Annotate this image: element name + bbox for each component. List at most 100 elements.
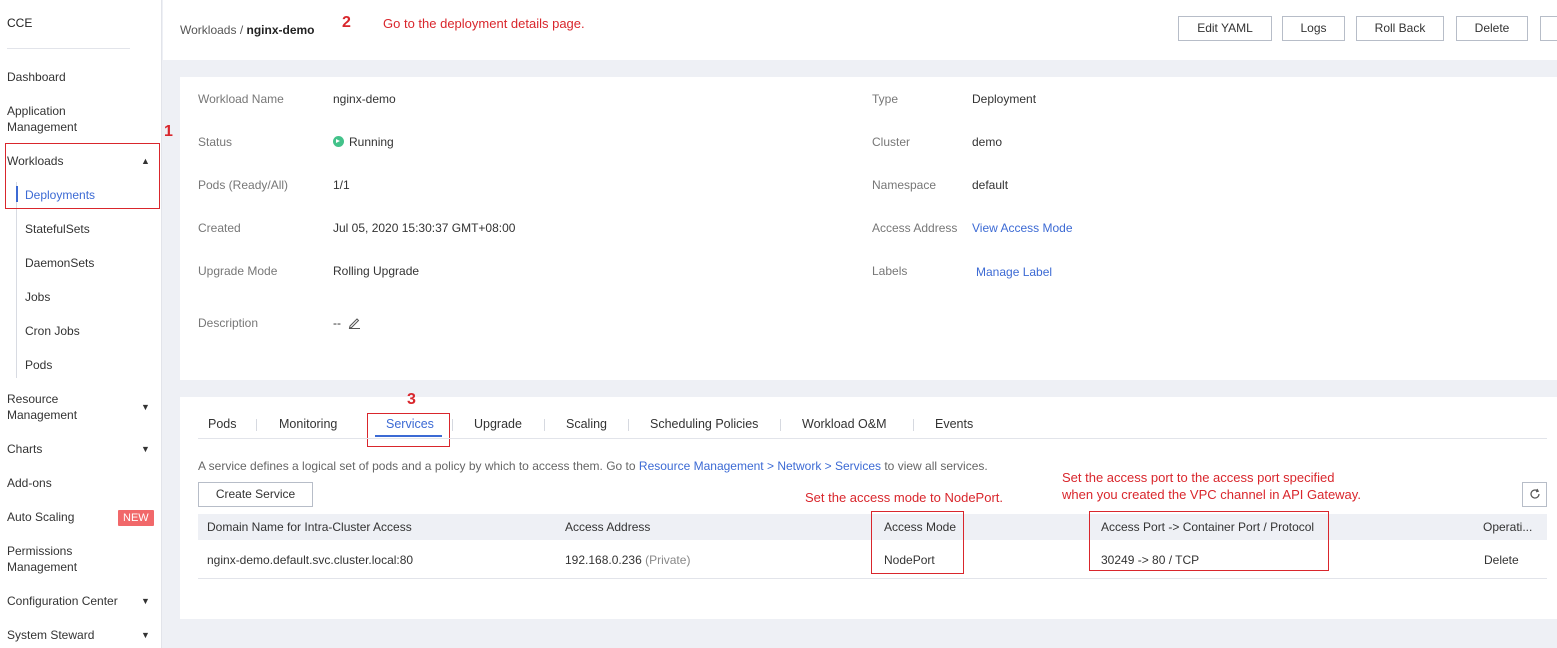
namespace-label: Namespace — [872, 178, 937, 192]
services-description: A service defines a logical set of pods … — [198, 459, 988, 473]
status-text: Running — [349, 135, 394, 149]
annotation-step-2: 2 — [342, 14, 351, 31]
breadcrumb-workloads-link[interactable]: Workloads — [180, 23, 236, 37]
column-header-ports: Access Port -> Container Port / Protocol — [1101, 520, 1315, 534]
tab-workload-om[interactable]: Workload O&M — [802, 417, 887, 431]
upgrade-mode-label: Upgrade Mode — [198, 264, 278, 278]
tab-pods[interactable]: Pods — [208, 417, 237, 431]
page-header: Workloads / nginx-demo Edit YAML Logs Ro… — [163, 0, 1557, 60]
logs-button[interactable]: Logs — [1282, 16, 1345, 41]
tab-separator — [256, 419, 257, 431]
cluster-label: Cluster — [872, 135, 911, 149]
sidebar-item-label: Workloads — [7, 154, 64, 168]
tab-upgrade[interactable]: Upgrade — [474, 417, 522, 431]
sidebar-item-label: Charts — [7, 442, 43, 456]
description-text: -- — [333, 316, 341, 330]
refresh-icon — [1529, 488, 1540, 499]
sidebar-item-label: Pods — [25, 358, 53, 372]
row-delete-link[interactable]: Delete — [1484, 553, 1519, 567]
cell-ports: 30249 -> 80 / TCP — [1101, 553, 1200, 567]
delete-button[interactable]: Delete — [1456, 16, 1528, 41]
sidebar: CCE Dashboard Application Management Wor… — [0, 0, 162, 648]
brand-divider — [7, 48, 130, 49]
description-suffix: to view all services. — [881, 459, 988, 473]
column-header-domain: Domain Name for Intra-Cluster Access — [207, 520, 412, 534]
breadcrumb: Workloads / nginx-demo — [180, 23, 315, 37]
workload-name-value: nginx-demo — [333, 92, 396, 106]
chevron-up-icon: ▲ — [141, 156, 150, 166]
tab-scaling[interactable]: Scaling — [566, 417, 607, 431]
sidebar-item-label: Cron Jobs — [25, 324, 80, 338]
submenu-rail — [16, 182, 17, 378]
address-note: (Private) — [645, 553, 691, 567]
edit-pencil-icon[interactable] — [348, 316, 361, 329]
status-value: Running — [333, 135, 394, 149]
tab-separator — [452, 419, 453, 431]
sidebar-item-label: Auto Scaling — [7, 510, 75, 524]
type-value: Deployment — [972, 92, 1037, 106]
breadcrumb-separator: / — [239, 23, 244, 37]
workload-name-label: Workload Name — [198, 92, 284, 106]
create-service-button[interactable]: Create Service — [198, 482, 313, 507]
sidebar-item-label: Dashboard — [7, 70, 66, 84]
view-access-mode-link[interactable]: View Access Mode — [972, 221, 1073, 235]
breadcrumb-current: nginx-demo — [246, 23, 315, 37]
manage-label-link[interactable]: Manage Label — [976, 265, 1052, 279]
sidebar-item-label: Deployments — [25, 188, 96, 202]
upgrade-mode-value: Rolling Upgrade — [333, 264, 420, 278]
annotation-mode-text: Set the access mode to NodePort. — [805, 490, 1003, 505]
cell-access-mode: NodePort — [884, 553, 935, 567]
tab-events[interactable]: Events — [935, 417, 973, 431]
brand-title: CCE — [7, 16, 33, 30]
annotation-port-text-1: Set the access port to the access port s… — [1062, 470, 1335, 485]
namespace-value: default — [972, 178, 1009, 192]
annotation-step-2-text: Go to the deployment details page. — [383, 16, 585, 31]
annotation-step-3: 3 — [407, 391, 416, 408]
tab-monitoring[interactable]: Monitoring — [279, 417, 337, 431]
column-header-access-mode: Access Mode — [884, 520, 957, 534]
tabs-divider — [198, 438, 1547, 439]
sidebar-item-label: Add-ons — [7, 476, 52, 490]
sidebar-item-label: Application Management — [7, 104, 78, 134]
sidebar-item-label: Configuration Center — [7, 594, 118, 608]
refresh-button[interactable] — [1522, 482, 1547, 507]
annotation-step-1: 1 — [164, 123, 173, 140]
status-label: Status — [198, 135, 233, 149]
sidebar-item-label: Resource Management — [7, 392, 78, 422]
created-value: Jul 05, 2020 15:30:37 GMT+08:00 — [333, 221, 516, 235]
pods-label: Pods (Ready/All) — [198, 178, 289, 192]
tab-active-underline — [375, 435, 442, 437]
tab-separator — [780, 419, 781, 431]
chevron-down-icon: ▼ — [141, 402, 150, 412]
tab-separator — [913, 419, 914, 431]
more-button[interactable] — [1540, 16, 1557, 41]
network-services-link[interactable]: Resource Management > Network > Services — [639, 459, 881, 473]
sidebar-item-label: System Steward — [7, 628, 95, 642]
tab-scheduling-policies[interactable]: Scheduling Policies — [650, 417, 758, 431]
address-ip: 192.168.0.236 — [565, 553, 642, 567]
pods-value: 1/1 — [333, 178, 350, 192]
chevron-down-icon: ▼ — [141, 444, 150, 454]
new-badge: NEW — [118, 510, 154, 526]
description-label: Description — [198, 316, 259, 330]
running-icon — [333, 136, 344, 147]
column-header-access-address: Access Address — [565, 520, 651, 534]
tab-separator — [628, 419, 629, 431]
description-value: -- — [333, 316, 361, 330]
tab-separator — [544, 419, 545, 431]
sidebar-item-label: Jobs — [25, 290, 51, 304]
row-divider — [198, 578, 1547, 579]
sidebar-item-label: Permissions Management — [7, 544, 78, 574]
edit-yaml-button[interactable]: Edit YAML — [1178, 16, 1272, 41]
sidebar-item-label: StatefulSets — [25, 222, 90, 236]
cell-domain: nginx-demo.default.svc.cluster.local:80 — [207, 553, 414, 567]
labels-label: Labels — [872, 264, 908, 278]
tab-services[interactable]: Services — [386, 417, 434, 431]
cluster-value: demo — [972, 135, 1003, 149]
chevron-down-icon: ▼ — [141, 630, 150, 640]
roll-back-button[interactable]: Roll Back — [1356, 16, 1444, 41]
type-label: Type — [872, 92, 899, 106]
description-prefix: A service defines a logical set of pods … — [198, 459, 639, 473]
sidebar-item-label: DaemonSets — [25, 256, 95, 270]
column-header-operation: Operati... — [1483, 520, 1533, 534]
